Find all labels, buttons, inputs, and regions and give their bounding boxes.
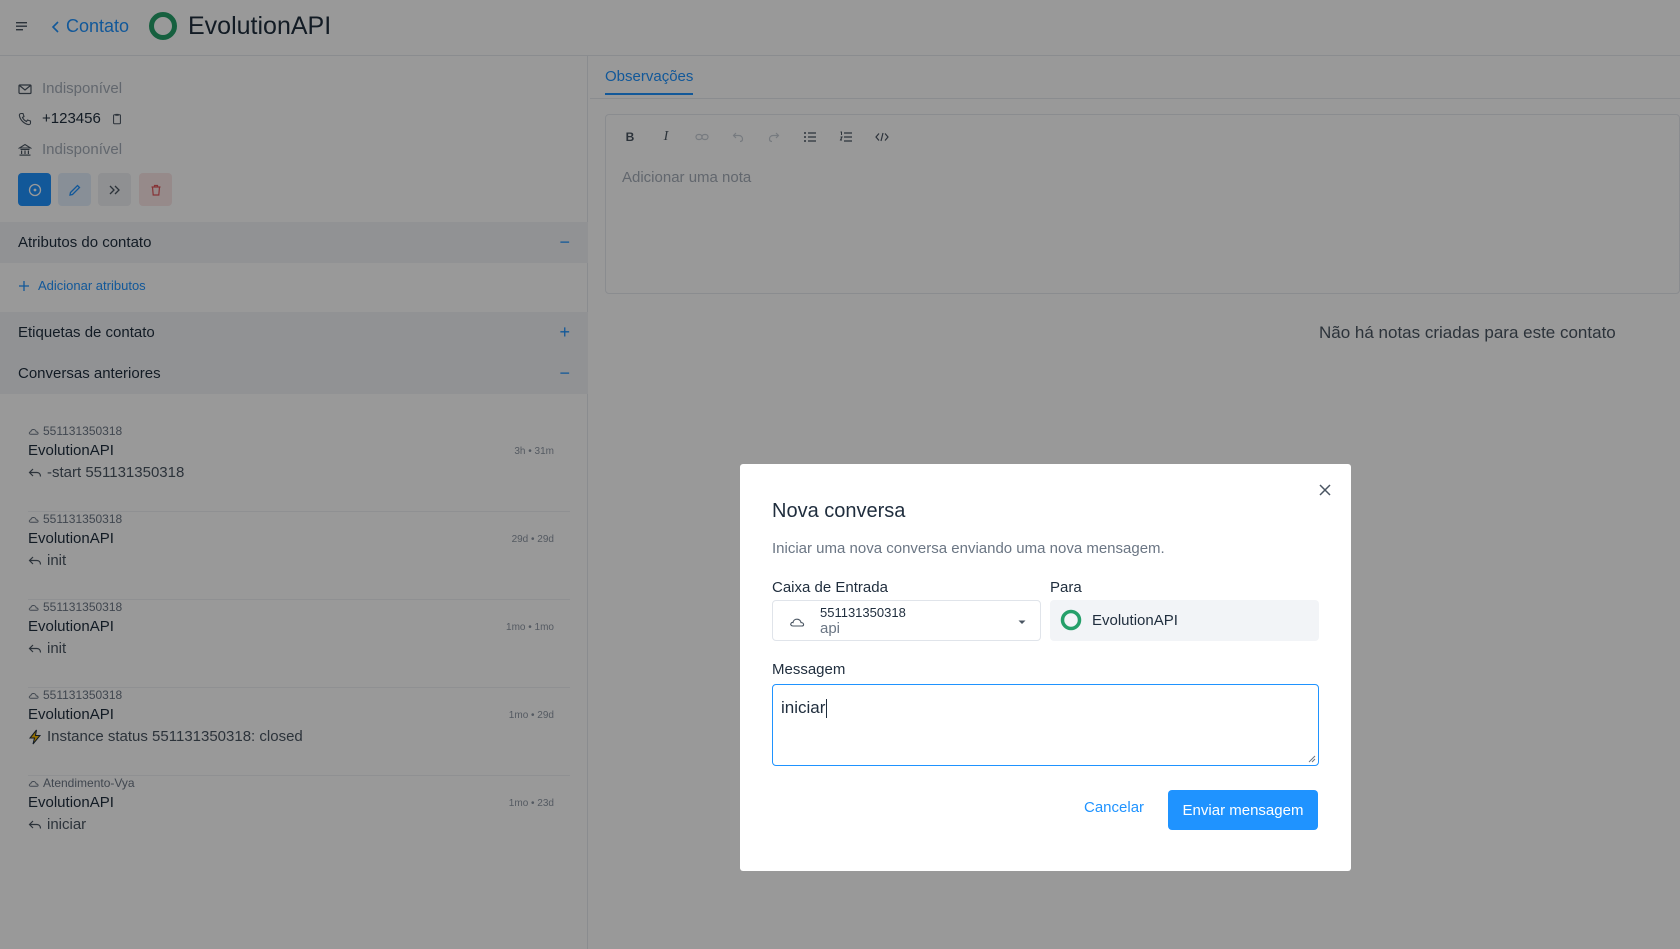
modal-description: Iniciar uma nova conversa enviando uma n…: [772, 540, 1165, 557]
new-conversation-modal: Nova conversa Iniciar uma nova conversa …: [740, 464, 1351, 871]
to-field-label: Para: [1050, 579, 1082, 596]
selected-inbox-name: 551131350318: [820, 605, 906, 620]
chevron-down-icon: [1018, 620, 1026, 624]
recipient-field: EvolutionAPI: [1050, 600, 1319, 641]
send-message-button[interactable]: Enviar mensagem: [1168, 790, 1318, 830]
selected-inbox-type: api: [820, 620, 841, 637]
close-icon[interactable]: [1317, 482, 1333, 498]
message-textarea[interactable]: iniciar: [772, 684, 1319, 766]
cancel-button[interactable]: Cancelar: [1084, 799, 1144, 816]
modal-title: Nova conversa: [772, 500, 906, 522]
text-cursor: [826, 699, 828, 719]
inbox-select[interactable]: 551131350318 api: [772, 600, 1041, 641]
recipient-name: EvolutionAPI: [1092, 612, 1178, 629]
message-text: iniciar: [781, 698, 826, 717]
resize-handle-icon[interactable]: [1306, 753, 1316, 763]
cloud-icon: [790, 618, 805, 627]
inbox-field-label: Caixa de Entrada: [772, 579, 888, 596]
message-field-label: Messagem: [772, 661, 846, 678]
contact-avatar-icon: [1060, 609, 1082, 631]
